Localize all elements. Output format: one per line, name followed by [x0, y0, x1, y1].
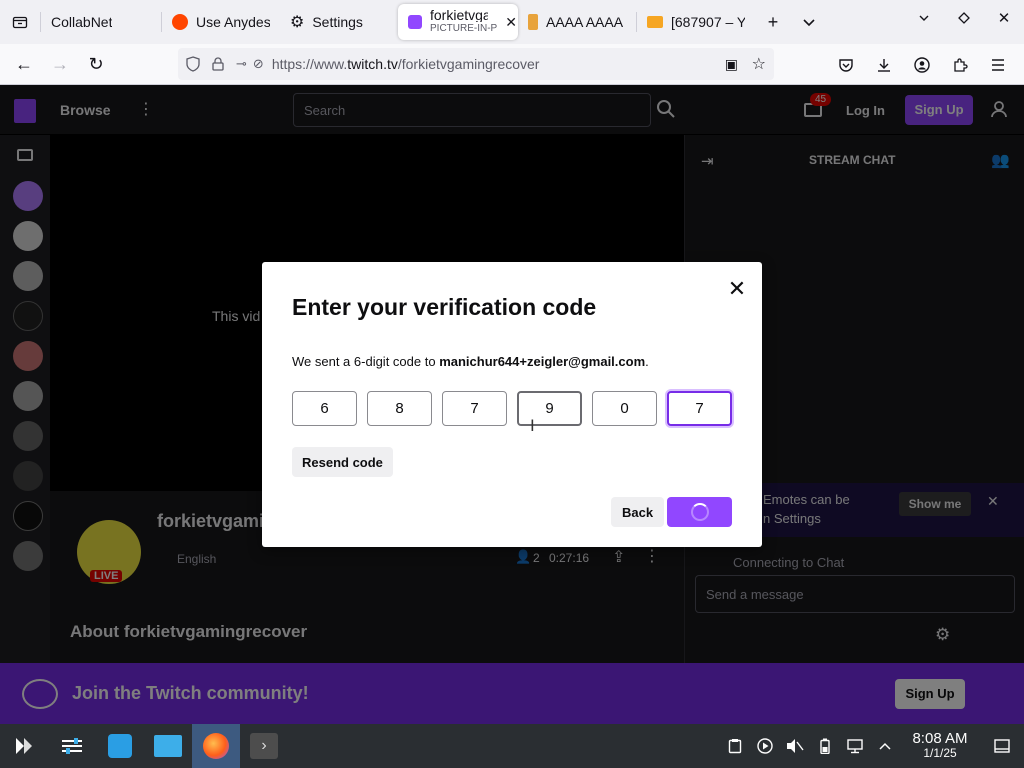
discover-store-icon[interactable] [96, 724, 144, 768]
window-controls: ✕ [904, 0, 1024, 44]
code-inputs: 6 8 7 9 0 7 [292, 391, 732, 426]
tab-label: Use Anydesk [196, 14, 270, 30]
tab-label: [687907 – Yo [671, 14, 745, 30]
desc-suffix: . [645, 354, 649, 369]
minimize-button[interactable] [904, 0, 944, 36]
url-bar[interactable]: ⊸ ⊘ https://www.twitch.tv/forkietvgaming… [178, 48, 774, 80]
terminal-icon[interactable]: › [240, 724, 288, 768]
extensions-icon[interactable] [942, 47, 978, 83]
close-window-button[interactable]: ✕ [984, 0, 1024, 36]
text-cursor-icon: I [530, 416, 535, 435]
network-icon[interactable] [840, 724, 870, 768]
email-address: manichur644+zeigler@gmail.com [439, 354, 646, 369]
lock-icon[interactable] [212, 57, 224, 71]
nav-bar: ← → ↻ ⊸ ⊘ https://www.twitch.tv/forkietv… [0, 44, 1024, 85]
reddit-icon [172, 14, 188, 30]
url-domain: twitch.tv [347, 56, 398, 72]
code-digit-3[interactable]: 7 [442, 391, 507, 426]
firefox-icon[interactable] [192, 724, 240, 768]
forward-nav-button[interactable]: → [42, 46, 78, 82]
url-prefix: https://www. [271, 56, 348, 72]
new-tab-button[interactable]: + [755, 4, 791, 40]
modal-description: We sent a 6-digit code to manichur644+ze… [292, 354, 649, 369]
modal-title: Enter your verification code [292, 294, 597, 320]
gear-icon: ⚙ [290, 14, 305, 31]
maximize-button[interactable] [944, 0, 984, 36]
loading-spinner-icon [690, 503, 709, 521]
clipboard-icon[interactable] [720, 724, 750, 768]
clock-time: 8:08 AM [912, 730, 968, 747]
submit-button[interactable] [667, 497, 732, 527]
url-text: https://www.twitch.tv/forkietvgamingreco… [272, 56, 540, 72]
volume-muted-icon[interactable] [780, 724, 810, 768]
download-icon[interactable] [866, 47, 902, 83]
bookmark-star-icon[interactable]: ☆ [752, 54, 766, 74]
tab-collabnet[interactable]: CollabNet [41, 0, 161, 44]
tab-label: Settings [312, 14, 363, 30]
tab-sublabel: PICTURE-IN-P [430, 23, 498, 34]
dollar-icon [528, 14, 538, 30]
app-launcher-icon[interactable] [0, 724, 48, 768]
tab-bar: CollabNet Use Anydesk ⚙ Settings forkiet… [0, 0, 1024, 44]
toolbar-right [828, 44, 1016, 85]
menu-icon[interactable] [980, 47, 1016, 83]
back-button[interactable]: Back [611, 497, 665, 527]
battery-icon[interactable] [810, 724, 840, 768]
reader-view-icon[interactable]: ▣ [725, 56, 738, 73]
tab-label: AAAA AAAA [546, 14, 624, 30]
tab-label: CollabNet [51, 14, 113, 30]
code-digit-2[interactable]: 8 [367, 391, 432, 426]
resend-code-button[interactable]: Resend code [292, 447, 393, 477]
tab-list-dropdown-button[interactable] [791, 4, 827, 40]
tab-label: forkietvgaming [430, 9, 488, 22]
file-manager-icon[interactable] [144, 724, 192, 768]
tab-list-icon[interactable] [0, 0, 40, 44]
tab-twitch-active[interactable]: forkietvgaming PICTURE-IN-P ✕ [398, 4, 518, 40]
desc-prefix: We sent a 6-digit code to [292, 354, 440, 369]
tray-expand-icon[interactable] [870, 724, 900, 768]
permissions-icon[interactable]: ⊸ [236, 56, 247, 72]
code-digit-5[interactable]: 0 [592, 391, 657, 426]
code-digit-6[interactable]: 7 [667, 391, 732, 426]
pocket-icon[interactable] [828, 47, 864, 83]
tab-anydesk[interactable]: Use Anydesk [162, 0, 280, 44]
close-icon[interactable]: ✕ [726, 276, 748, 301]
account-icon[interactable] [904, 47, 940, 83]
clock-date: 1/1/25 [923, 746, 957, 760]
media-player-icon[interactable] [750, 724, 780, 768]
tab-mail[interactable]: [687907 – Yo [637, 0, 755, 44]
close-tab-icon[interactable]: ✕ [505, 14, 517, 31]
mail-icon [647, 16, 663, 28]
taskbar: › 8:08 AM 1/1/25 [0, 724, 1024, 768]
show-desktop-icon[interactable] [980, 724, 1024, 768]
reload-button[interactable]: ↻ [78, 46, 114, 82]
tracking-off-icon[interactable]: ⊘ [253, 56, 264, 72]
system-settings-icon[interactable] [48, 724, 96, 768]
back-nav-button[interactable]: ← [6, 46, 42, 82]
verification-modal: Enter your verification code ✕ We sent a… [262, 262, 762, 547]
twitch-icon [408, 15, 422, 29]
system-tray: 8:08 AM 1/1/25 [720, 724, 1024, 768]
code-digit-4[interactable]: 9 [517, 391, 582, 426]
code-digit-1[interactable]: 6 [292, 391, 357, 426]
url-path: /forkietvgamingrecover [397, 56, 540, 72]
clock[interactable]: 8:08 AM 1/1/25 [900, 731, 980, 761]
tab-settings[interactable]: ⚙ Settings [280, 0, 390, 44]
shield-icon[interactable] [186, 56, 200, 72]
tab-title-block: forkietvgaming PICTURE-IN-P [430, 9, 497, 35]
tab-aaaa[interactable]: AAAA AAAA [518, 0, 636, 44]
